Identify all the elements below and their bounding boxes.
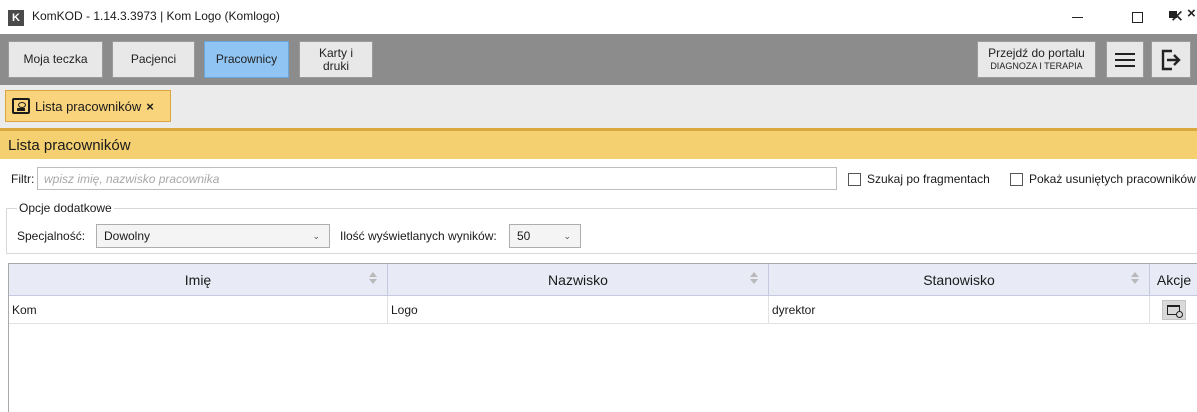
window-titlebar: K KomKOD - 1.14.3.3973 | Kom Logo (Komlo…: [0, 0, 1197, 34]
cell-imie: Kom: [9, 296, 388, 323]
karty-label-line1: Karty i: [318, 45, 353, 60]
panel-header: Lista pracowników: [0, 131, 1197, 159]
maximize-button[interactable]: [1117, 3, 1157, 31]
portal-label: Przejdź do portalu DIAGNOZA I TERAPIA: [988, 47, 1085, 72]
specjalnosc-select[interactable]: Dowolny ⌄: [96, 224, 330, 248]
tab-label: Lista pracowników: [35, 98, 142, 114]
minimize-icon: [1071, 16, 1083, 18]
logout-icon: [1161, 49, 1181, 70]
employees-table: Imię Nazwisko Stanowisko Akcje Kom Logo …: [8, 263, 1197, 412]
logout-button[interactable]: [1151, 41, 1191, 78]
chevron-down-icon: ⌄: [563, 231, 571, 241]
panel-maximize-icon[interactable]: [1169, 11, 1177, 18]
checkbox-box[interactable]: [848, 172, 861, 186]
folder-search-icon: [1167, 304, 1183, 318]
column-header-label: Akcje: [1156, 271, 1192, 288]
karty-label: Karty i druki: [318, 45, 353, 73]
sort-icon: [750, 272, 758, 286]
table-header: Imię Nazwisko Stanowisko Akcje: [9, 264, 1197, 296]
table-row[interactable]: Kom Logo dyrektor: [9, 296, 1197, 324]
column-header-stanowisko[interactable]: Stanowisko: [769, 264, 1150, 295]
szukaj-po-fragmentach-checkbox[interactable]: Szukaj po fragmentach: [848, 172, 990, 186]
app-logo-icon: K: [8, 10, 24, 26]
select-value: Dowolny: [104, 229, 151, 243]
checkbox-box[interactable]: [1010, 172, 1023, 186]
pracownicy-button[interactable]: Pracownicy: [204, 41, 289, 78]
group-legend: Opcje dodatkowe: [17, 201, 114, 215]
portal-label-line2: DIAGNOZA I TERAPIA: [990, 61, 1083, 71]
employee-card-icon: [12, 98, 30, 114]
portal-button[interactable]: Przejdź do portalu DIAGNOZA I TERAPIA: [977, 41, 1096, 78]
ilosc-wynikow-label: Ilość wyświetlanych wyników:: [340, 229, 497, 243]
column-header-label: Imię: [184, 271, 212, 288]
select-value: 50: [517, 229, 531, 243]
moja-teczka-button[interactable]: Moja teczka: [8, 41, 103, 78]
chevron-down-icon: ⌄: [312, 231, 320, 241]
column-header-label: Stanowisko: [923, 271, 995, 288]
menu-button[interactable]: [1106, 41, 1144, 78]
column-header-label: Nazwisko: [548, 271, 608, 288]
ilosc-wynikow-select[interactable]: 50 ⌄: [509, 224, 581, 248]
cell-stanowisko: dyrektor: [769, 296, 1150, 323]
specjalnosc-label: Specjalność:: [17, 229, 86, 243]
karty-i-druki-button[interactable]: Karty i druki: [299, 41, 373, 78]
pacjenci-button[interactable]: Pacjenci: [112, 41, 195, 78]
tab-lista-pracownikow[interactable]: Lista pracowników ×: [5, 90, 171, 122]
hamburger-icon: [1115, 49, 1135, 71]
filter-input[interactable]: [37, 167, 837, 190]
karty-label-line2: druki: [322, 58, 349, 73]
cell-nazwisko: Logo: [388, 296, 769, 323]
cell-akcje: [1150, 296, 1197, 323]
minimize-button[interactable]: [1057, 3, 1097, 31]
open-details-button[interactable]: [1161, 299, 1186, 320]
checkbox-label: Pokaż usuniętych pracowników: [1029, 172, 1196, 186]
window-title: KomKOD - 1.14.3.3973 | Kom Logo (Komlogo…: [32, 9, 280, 23]
document-tabstrip: Lista pracowników ×: [0, 85, 1197, 128]
tab-close-icon[interactable]: ×: [146, 99, 154, 114]
panel-close-icon[interactable]: ×: [1187, 5, 1196, 22]
sort-icon: [369, 272, 377, 286]
pokaz-usunietych-checkbox[interactable]: Pokaż usuniętych pracowników: [1010, 172, 1196, 186]
filter-label: Filtr:: [11, 172, 35, 186]
column-header-akcje: Akcje: [1150, 264, 1197, 295]
column-header-nazwisko[interactable]: Nazwisko: [388, 264, 769, 295]
sort-icon: [1131, 272, 1139, 286]
column-header-imie[interactable]: Imię: [9, 264, 388, 295]
checkbox-label: Szukaj po fragmentach: [867, 172, 990, 186]
portal-label-line1: Przejdź do portalu: [988, 46, 1085, 60]
panel-title: Lista pracowników: [8, 136, 131, 154]
maximize-icon: [1131, 11, 1143, 23]
main-toolbar: Moja teczka Pacjenci Pracownicy Karty id…: [0, 34, 1197, 85]
